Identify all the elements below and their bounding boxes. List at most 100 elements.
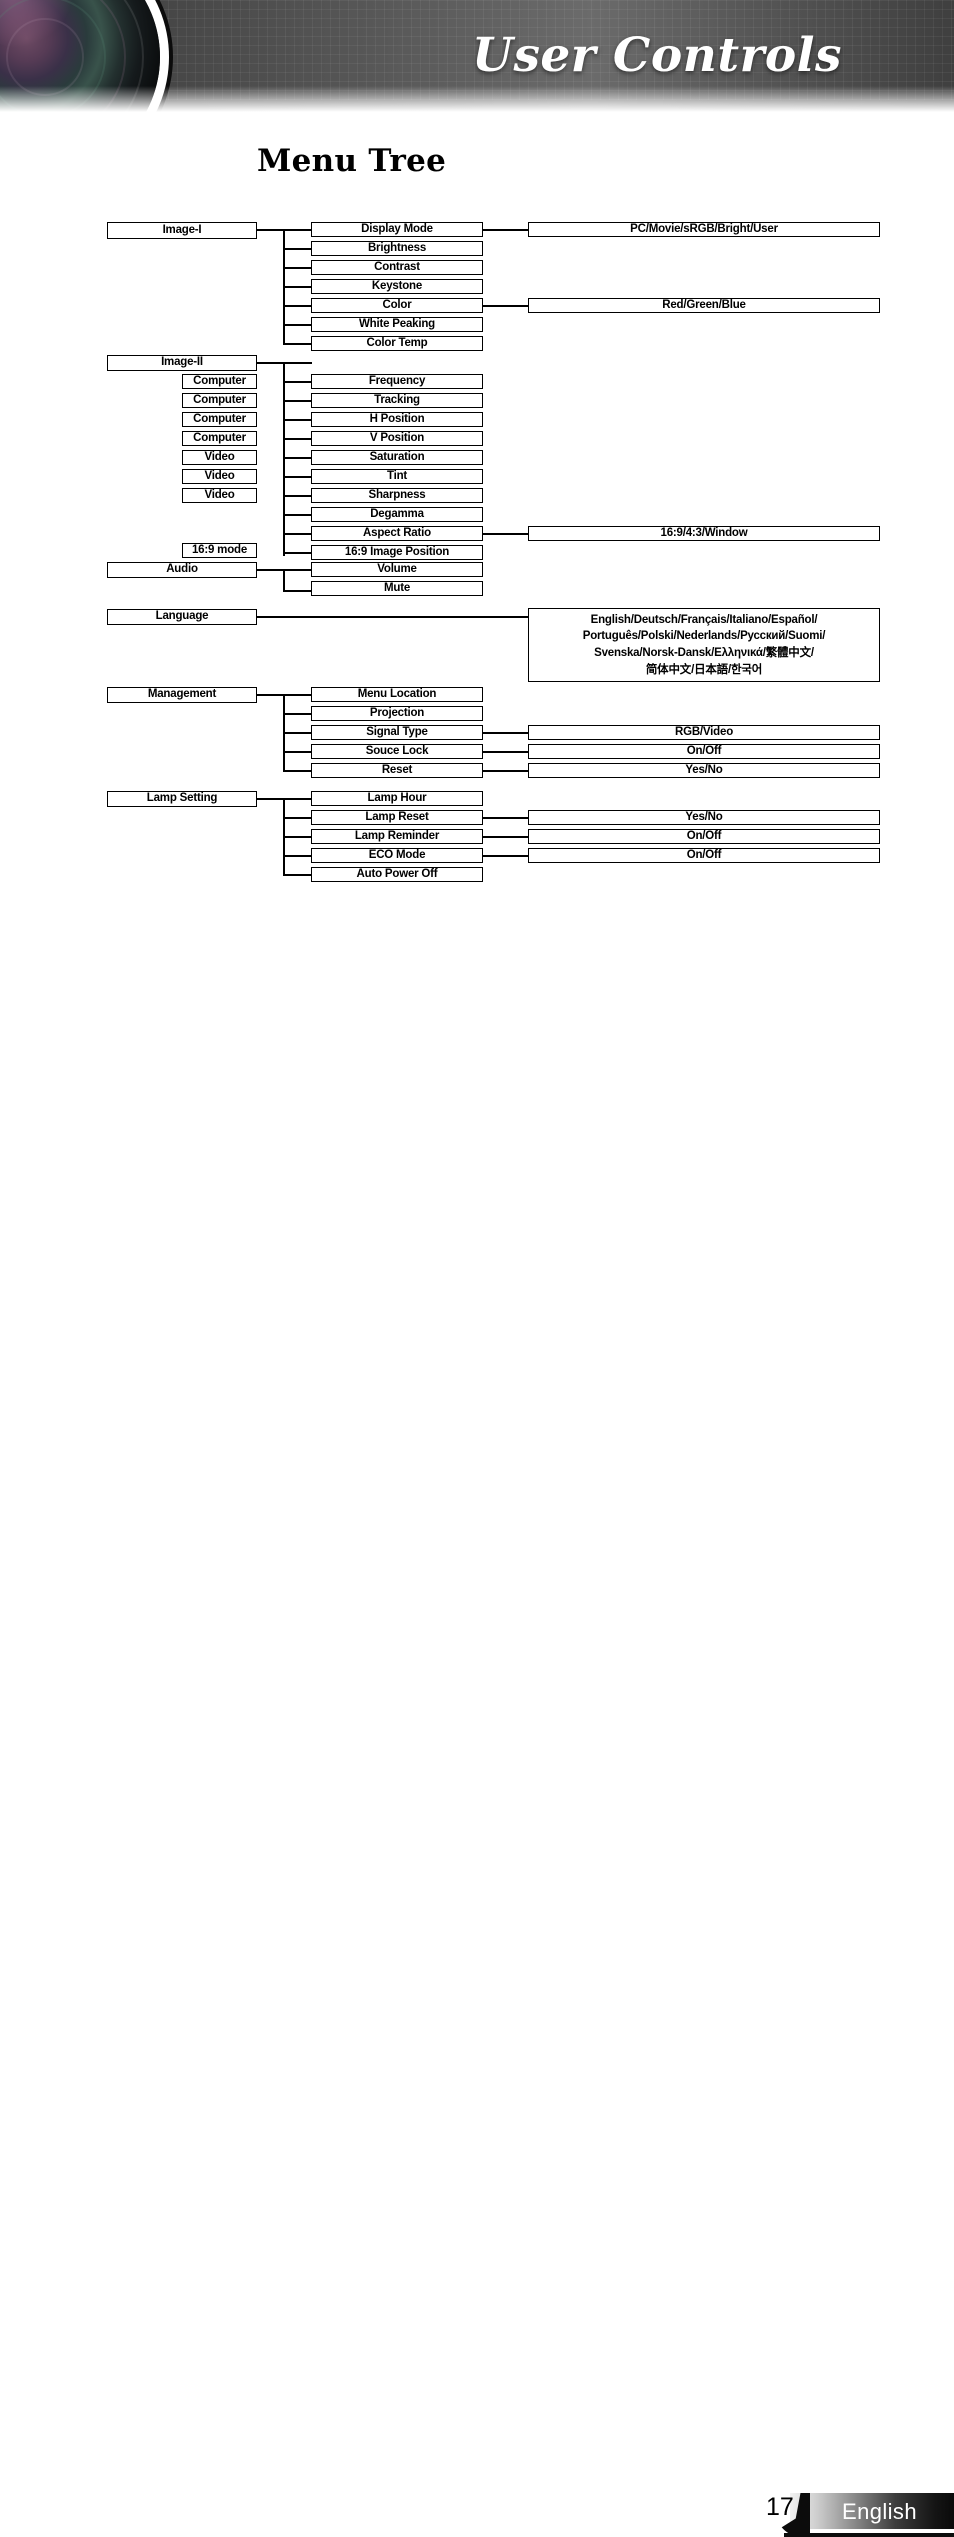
- menu-item-volume[interactable]: Volume: [311, 562, 483, 577]
- menu-item-menu-location[interactable]: Menu Location: [311, 687, 483, 702]
- language-line-1: English/Deutsch/Français/Italiano/Españo…: [590, 613, 818, 626]
- connector-value-souce-lock: [483, 751, 528, 753]
- footer-underline: [784, 2533, 954, 2537]
- menu-item-keystone[interactable]: Keystone: [311, 279, 483, 294]
- menu-item-reset[interactable]: Reset: [311, 763, 483, 778]
- menu-node-language[interactable]: Language: [107, 609, 257, 625]
- menu-item-brightness[interactable]: Brightness: [311, 241, 483, 256]
- menu-item-tint[interactable]: Tint: [311, 469, 483, 484]
- connector-stub: [283, 476, 312, 478]
- menu-item-saturation[interactable]: Saturation: [311, 450, 483, 465]
- connector-stub: [283, 267, 312, 269]
- connector-stub: [283, 343, 312, 345]
- menu-value-reset: Yes/No: [528, 763, 880, 778]
- menu-value-lamp-reminder: On/Off: [528, 829, 880, 844]
- connector-language-trunk: [257, 616, 528, 618]
- menu-item-contrast[interactable]: Contrast: [311, 260, 483, 275]
- page-footer: English 17: [0, 1245, 954, 2537]
- connector-image-ii-trunk: [257, 362, 312, 364]
- menu-item-color[interactable]: Color: [311, 298, 483, 313]
- menu-item-lamp-reminder[interactable]: Lamp Reminder: [311, 829, 483, 844]
- menu-item-souce-lock[interactable]: Souce Lock: [311, 744, 483, 759]
- connector-value-eco-mode: [483, 855, 528, 857]
- connector-stub: [283, 569, 312, 571]
- connector-value-reset: [483, 770, 528, 772]
- menu-item-degamma[interactable]: Degamma: [311, 507, 483, 522]
- source-tag-video: Video: [182, 488, 257, 503]
- menu-node-audio[interactable]: Audio: [107, 562, 257, 578]
- footer-language-label: English: [842, 2499, 917, 2524]
- menu-node-lamp-setting[interactable]: Lamp Setting: [107, 791, 257, 807]
- language-line-4: 简体中文/日本語/한국어: [645, 663, 763, 676]
- connector-value-display-mode: [483, 229, 528, 231]
- connector-stub: [283, 381, 312, 383]
- menu-value-language: English/Deutsch/Français/Italiano/Españo…: [528, 608, 880, 682]
- menu-tree-diagram: Image-I Display Mode Brightness Contrast…: [0, 0, 954, 1354]
- connector-stub: [283, 419, 312, 421]
- connector-stub: [283, 874, 312, 876]
- connector-value-signal-type: [483, 732, 528, 734]
- connector-stub: [283, 400, 312, 402]
- connector-stub: [283, 770, 312, 772]
- connector-stub: [283, 798, 312, 800]
- connector-stub: [283, 713, 312, 715]
- menu-item-tracking[interactable]: Tracking: [311, 393, 483, 408]
- menu-item-color-temp[interactable]: Color Temp: [311, 336, 483, 351]
- menu-item-aspect-ratio[interactable]: Aspect Ratio: [311, 526, 483, 541]
- connector-image-ii-bus: [283, 362, 285, 556]
- source-tag-video: Video: [182, 469, 257, 484]
- connector-stub: [283, 694, 312, 696]
- source-tag-computer: Computer: [182, 412, 257, 427]
- connector-stub: [283, 533, 312, 535]
- connector-stub: [283, 855, 312, 857]
- menu-item-eco-mode[interactable]: ECO Mode: [311, 848, 483, 863]
- menu-item-lamp-reset[interactable]: Lamp Reset: [311, 810, 483, 825]
- menu-node-image-ii[interactable]: Image-II: [107, 355, 257, 371]
- connector-stub: [283, 751, 312, 753]
- menu-item-frequency[interactable]: Frequency: [311, 374, 483, 389]
- menu-item-lamp-hour[interactable]: Lamp Hour: [311, 791, 483, 806]
- menu-item-projection[interactable]: Projection: [311, 706, 483, 721]
- connector-stub: [283, 514, 312, 516]
- menu-item-h-position[interactable]: H Position: [311, 412, 483, 427]
- menu-item-v-position[interactable]: V Position: [311, 431, 483, 446]
- menu-item-white-peaking[interactable]: White Peaking: [311, 317, 483, 332]
- menu-value-display-mode: PC/Movie/sRGB/Bright/User: [528, 222, 880, 237]
- menu-item-16-9-image-position[interactable]: 16:9 Image Position: [311, 545, 483, 560]
- connector-stub: [283, 457, 312, 459]
- source-tag-video: Video: [182, 450, 257, 465]
- connector-value-lamp-reset: [483, 817, 528, 819]
- menu-item-mute[interactable]: Mute: [311, 581, 483, 596]
- connector-value-aspect-ratio: [483, 533, 528, 535]
- connector-stub: [283, 248, 312, 250]
- menu-item-sharpness[interactable]: Sharpness: [311, 488, 483, 503]
- menu-item-signal-type[interactable]: Signal Type: [311, 725, 483, 740]
- menu-value-signal-type: RGB/Video: [528, 725, 880, 740]
- connector-stub: [283, 229, 312, 231]
- menu-item-display-mode[interactable]: Display Mode: [311, 222, 483, 237]
- menu-item-auto-power-off[interactable]: Auto Power Off: [311, 867, 483, 882]
- connector-stub: [283, 817, 312, 819]
- source-tag-computer: Computer: [182, 374, 257, 389]
- menu-value-souce-lock: On/Off: [528, 744, 880, 759]
- menu-node-image-i[interactable]: Image-I: [107, 222, 257, 239]
- menu-node-management[interactable]: Management: [107, 687, 257, 703]
- source-tag-computer: Computer: [182, 393, 257, 408]
- connector-stub: [283, 324, 312, 326]
- connector-stub: [283, 590, 312, 592]
- source-tag-16-9-mode: 16:9 mode: [182, 543, 257, 558]
- connector-stub: [283, 732, 312, 734]
- connector-stub: [283, 286, 312, 288]
- connector-stub: [283, 836, 312, 838]
- connector-stub: [283, 438, 312, 440]
- menu-value-eco-mode: On/Off: [528, 848, 880, 863]
- connector-stub: [283, 495, 312, 497]
- connector-audio-bus: [283, 569, 285, 591]
- menu-value-color: Red/Green/Blue: [528, 298, 880, 313]
- connector-value-color: [483, 305, 528, 307]
- connector-stub: [283, 305, 312, 307]
- language-line-2: Português/Polski/Nederlands/Русский/Suom…: [582, 630, 826, 643]
- language-line-3: Svenska/Norsk-Dansk/Ελληνικά/繁體中文/: [594, 647, 814, 659]
- connector-stub: [283, 552, 312, 554]
- connector-value-lamp-reminder: [483, 836, 528, 838]
